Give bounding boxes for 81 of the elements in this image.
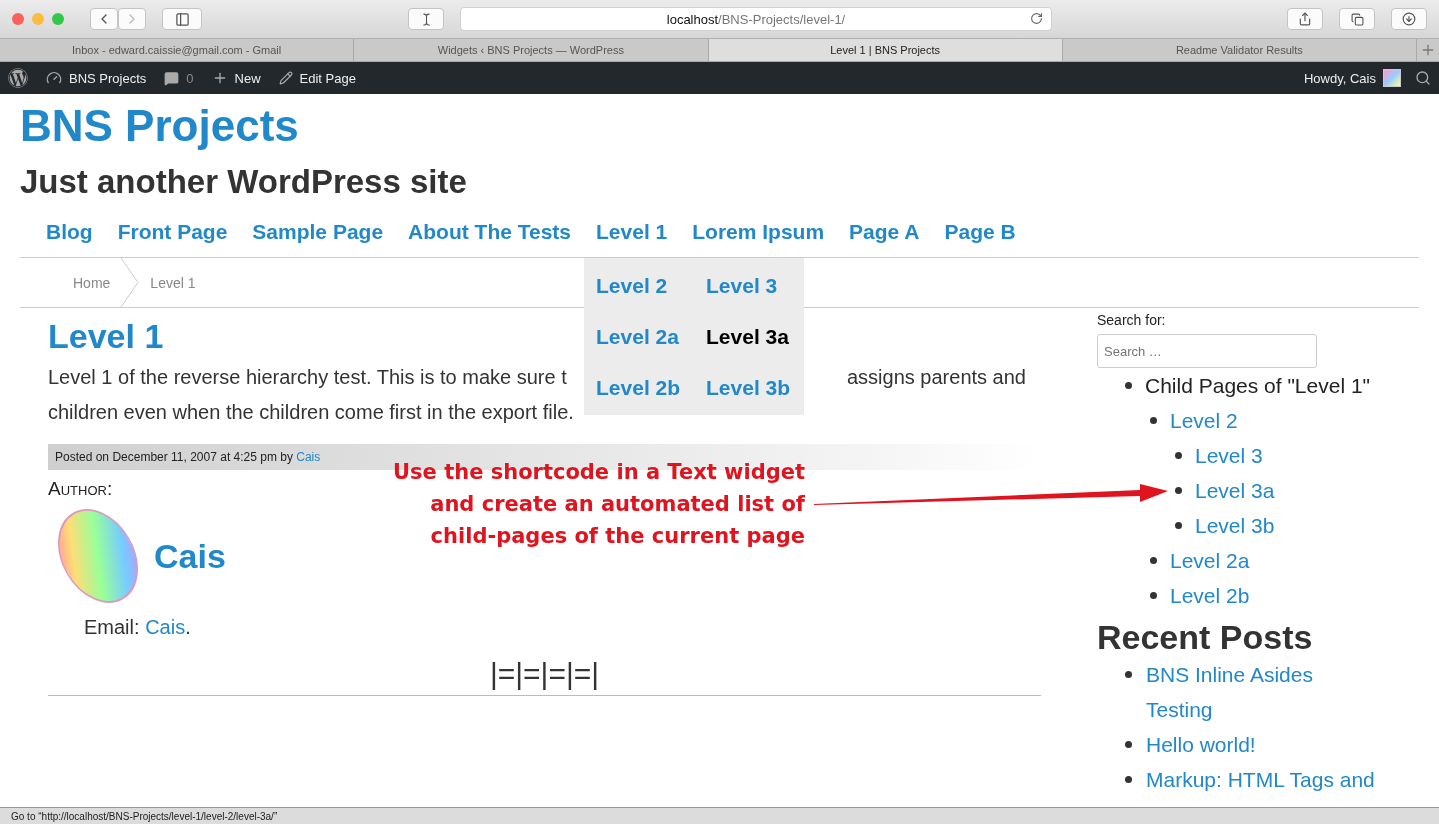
status-text: Go to “http://localhost/BNS-Projects/level-1/level-2/level-3a/” [11, 810, 278, 822]
dropdown-item[interactable]: Level 2b [584, 362, 695, 413]
email-text: Email: Cais. [84, 616, 191, 639]
tabs-button[interactable] [1339, 8, 1375, 30]
nav-link[interactable]: Blog [46, 220, 93, 244]
nav-link[interactable]: Lorem Ipsum [692, 220, 825, 244]
bullet-icon [1175, 522, 1182, 529]
comments-link[interactable]: 0 [164, 70, 194, 86]
bullet-icon [1125, 382, 1132, 389]
sidebar-icon [174, 11, 190, 27]
nav-link[interactable]: Page B [944, 220, 1016, 244]
avatar-image [1383, 69, 1401, 87]
post-text: assigns parents and [847, 365, 1026, 390]
widget-title: Child Pages of "Level 1" [1145, 373, 1371, 399]
child-page-link[interactable]: Level 3 [1195, 438, 1263, 473]
bullet-icon [1150, 417, 1157, 424]
tabs-icon [1350, 12, 1364, 26]
share-button[interactable] [1287, 8, 1323, 30]
nav-link[interactable]: Page A [849, 220, 920, 244]
reload-icon[interactable] [1030, 12, 1043, 25]
site-title[interactable]: BNS Projects [20, 102, 299, 150]
downloads-button[interactable] [1391, 8, 1427, 30]
annotation-text: child-pages of the current page [429, 523, 805, 550]
child-page-link[interactable]: Level 3a [1195, 473, 1275, 508]
child-page-link[interactable]: Level 2b [1170, 578, 1250, 613]
recent-post-link[interactable]: Markup: HTML Tags and [1146, 762, 1382, 797]
wordpress-logo-icon[interactable] [8, 68, 28, 88]
back-button[interactable] [90, 8, 118, 30]
post-text: Level 1 of the reverse hierarchy test. This is to make sure t [48, 365, 567, 390]
annotation-text: Use the shortcode in a Text widget [392, 459, 805, 486]
nav-link[interactable]: Front Page [117, 220, 228, 244]
nav-link[interactable]: Sample Page [252, 220, 384, 244]
address-field[interactable]: localhost/BNS-Projects/level-1/ [460, 7, 1052, 31]
sidebar-button[interactable] [162, 8, 202, 30]
bullet-icon [1150, 557, 1157, 564]
search-label: Search for: [1097, 312, 1166, 328]
child-page-link[interactable]: Level 3b [1195, 508, 1275, 543]
pencil-icon [278, 71, 293, 85]
comment-icon [164, 70, 180, 86]
child-page-link[interactable]: Level 2a [1170, 543, 1250, 578]
new-link[interactable]: New [211, 70, 261, 86]
reader-button[interactable] [408, 8, 444, 30]
browser-tab[interactable]: Level 1 | BNS Projects [708, 39, 1063, 61]
edit-page-link[interactable]: Edit Page [278, 70, 356, 86]
share-icon [1298, 12, 1312, 26]
nav-link[interactable]: Level 1 [596, 220, 668, 244]
post-meta-text: Posted on December 11, 2007 at 4:25 pm by [55, 450, 294, 464]
recent-post-link[interactable]: BNS Inline Asides Testing [1146, 657, 1382, 727]
bullet-icon [1175, 487, 1182, 494]
search-field[interactable]: Search … [1097, 334, 1317, 368]
search-icon[interactable] [1415, 70, 1431, 86]
nav-link[interactable]: About The Tests [408, 220, 572, 244]
site-tagline: Just another WordPress site [20, 162, 467, 202]
dropdown-item[interactable]: Level 2a [584, 311, 695, 362]
author-name[interactable]: Cais [154, 536, 226, 576]
separator-text: |=|=|=|=| [489, 657, 599, 690]
bullet-icon [1125, 741, 1132, 748]
bullet-icon [1125, 671, 1132, 678]
dropdown-item[interactable]: Level 3 [694, 260, 805, 311]
recent-post-link[interactable]: Hello world! [1146, 727, 1382, 762]
author-label: Author: [48, 478, 113, 500]
breadcrumb-link[interactable]: Level 1 [150, 274, 196, 291]
breadcrumb-link[interactable]: Home [73, 274, 111, 291]
author-link[interactable]: Cais [296, 450, 321, 464]
dropdown-item[interactable]: Level 3b [694, 362, 805, 413]
dropdown-item[interactable]: Level 2 [584, 260, 695, 311]
dropdown-item[interactable]: Level 3a [694, 311, 805, 362]
annotation-text: and create an automated list of [429, 491, 805, 518]
email-link[interactable]: Cais [145, 616, 186, 638]
gauge-icon [46, 70, 62, 86]
post-title: Level 1 [48, 316, 164, 356]
account-link[interactable]: Howdy, Cais [1304, 69, 1401, 87]
site-menu-link[interactable]: BNS Projects [46, 70, 147, 86]
post-text: children even when the children come first in the export file. [48, 400, 574, 425]
child-page-link[interactable]: Level 2 [1170, 403, 1238, 438]
widget-title: Recent Posts [1097, 617, 1313, 657]
download-icon [1402, 12, 1416, 26]
bullet-icon [1150, 592, 1157, 599]
bullet-icon [1175, 452, 1182, 459]
bullet-icon [1125, 776, 1132, 783]
close-button[interactable] [12, 13, 24, 25]
